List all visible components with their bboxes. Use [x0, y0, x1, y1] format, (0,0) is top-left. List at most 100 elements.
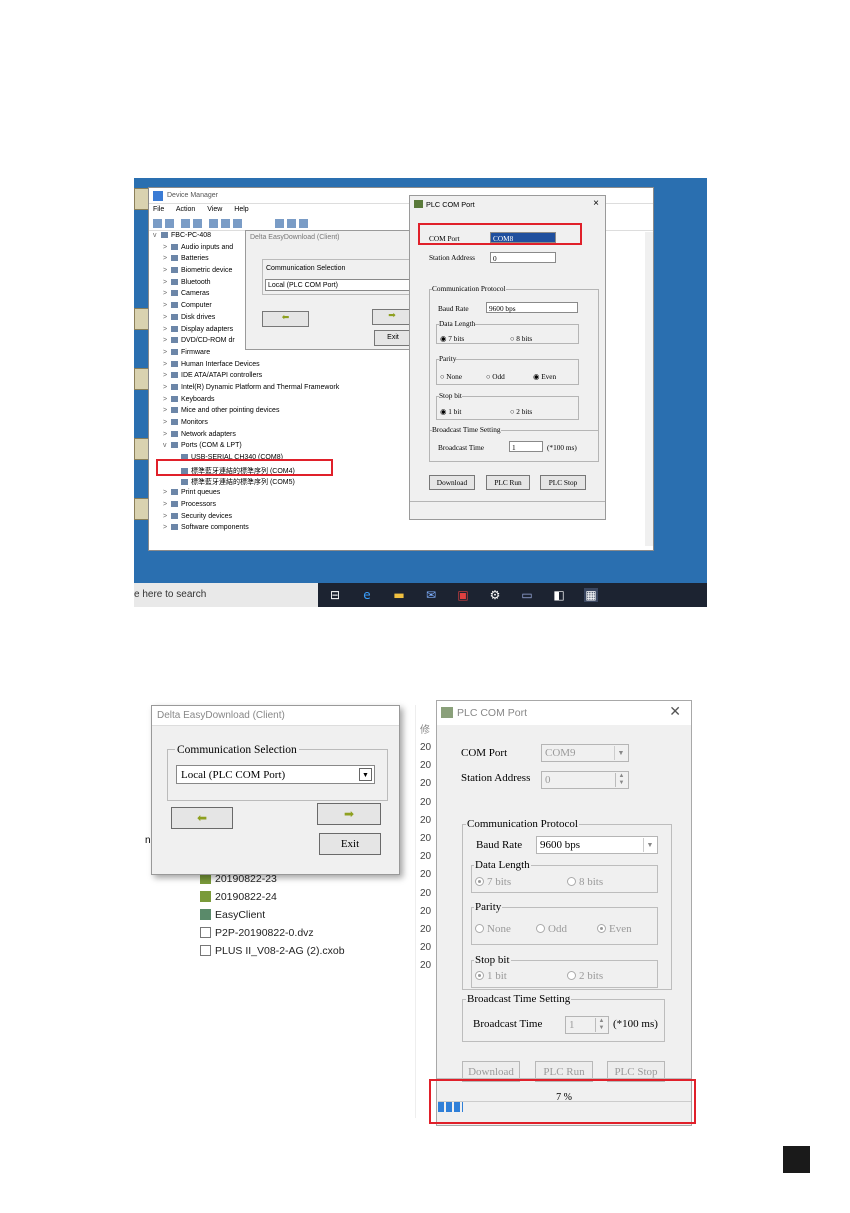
back-button[interactable]: ⬅: [171, 807, 233, 829]
spinner-icon[interactable]: ▲ ▼: [615, 773, 627, 787]
broadcast-time-label: Broadcast Time: [438, 443, 485, 452]
spinner-icon[interactable]: ▲ ▼: [595, 1018, 607, 1032]
radio-parity-even[interactable]: ◉ Even: [533, 372, 556, 381]
baud-rate-select[interactable]: 9600 bps ▼: [536, 836, 658, 854]
chevron-right-icon[interactable]: >: [163, 501, 171, 508]
date-cell: 20: [420, 960, 432, 972]
settings-gear-icon[interactable]: ⚙: [488, 588, 502, 602]
close-icon[interactable]: ×: [593, 198, 599, 209]
device-category-icon: [171, 489, 178, 496]
chevron-right-icon[interactable]: >: [163, 384, 171, 391]
chevron-right-icon[interactable]: >: [163, 349, 171, 356]
mail-icon[interactable]: ✉: [424, 588, 438, 602]
radio-parity-none[interactable]: None: [475, 923, 511, 935]
chevron-down-icon[interactable]: v: [153, 232, 161, 239]
date-cell: 20: [420, 742, 432, 753]
chevron-right-icon[interactable]: >: [163, 489, 171, 496]
device-tree-item[interactable]: > Software components: [149, 524, 647, 536]
update-driver-icon[interactable]: [275, 219, 284, 228]
chevron-down-icon[interactable]: ▼: [359, 768, 372, 781]
radio-2-bits-label: 2 bits: [516, 407, 533, 416]
file-item[interactable]: PLUS II_V08-2-AG (2).cxob: [200, 945, 345, 957]
back-icon[interactable]: [153, 219, 162, 228]
uninstall-icon[interactable]: [287, 219, 296, 228]
forward-icon[interactable]: [165, 219, 174, 228]
chevron-right-icon[interactable]: >: [163, 513, 171, 520]
chevron-down-icon[interactable]: v: [163, 442, 171, 449]
communication-select[interactable]: Local (PLC COM Port) ▼: [176, 765, 375, 784]
menu-help[interactable]: Help: [234, 206, 248, 213]
radio-parity-even[interactable]: Even: [597, 923, 632, 935]
chevron-right-icon[interactable]: >: [163, 314, 171, 321]
exit-button[interactable]: Exit: [374, 330, 412, 346]
radio-1-bit[interactable]: ◉ 1 bit: [440, 407, 461, 416]
radio-8-bits[interactable]: ○ 8 bits: [510, 334, 532, 343]
file-item[interactable]: P2P-20190822-0.dvz: [200, 927, 314, 939]
chevron-right-icon[interactable]: >: [163, 244, 171, 251]
device-category-icon: [171, 500, 178, 507]
menu-view[interactable]: View: [207, 206, 222, 213]
chevron-right-icon[interactable]: >: [163, 431, 171, 438]
chevron-right-icon[interactable]: >: [163, 290, 171, 297]
plc-stop-button[interactable]: PLC Stop: [540, 475, 586, 490]
exit-button[interactable]: Exit: [319, 833, 381, 855]
monitor-icon[interactable]: [233, 219, 242, 228]
radio-2-bits[interactable]: 2 bits: [567, 970, 603, 982]
plc-taskbar-icon[interactable]: ▦: [584, 588, 598, 602]
chevron-right-icon[interactable]: >: [163, 407, 171, 414]
com-port-label: COM Port: [461, 747, 508, 759]
broadcast-time-input[interactable]: 1 ▲ ▼: [565, 1016, 609, 1034]
chevron-right-icon[interactable]: >: [163, 419, 171, 426]
radio-8-bits[interactable]: 8 bits: [567, 876, 603, 888]
station-address-input[interactable]: 0 ▲ ▼: [541, 771, 629, 789]
chevron-down-icon[interactable]: ▼: [643, 838, 656, 852]
radio-parity-none[interactable]: ○ None: [440, 372, 462, 381]
radio-7-bits[interactable]: 7 bits: [475, 876, 511, 888]
download-icon[interactable]: [299, 219, 308, 228]
device-icon[interactable]: ◧: [552, 588, 566, 602]
chevron-right-icon[interactable]: >: [163, 396, 171, 403]
file-item[interactable]: 20190822-24: [200, 891, 277, 903]
station-address-input[interactable]: 0: [490, 252, 556, 263]
radio-parity-odd[interactable]: Odd: [536, 923, 567, 935]
plc-run-button[interactable]: PLC Run: [486, 475, 530, 490]
taskbar-search[interactable]: e here to search: [134, 583, 318, 607]
device-tree-scrollbar[interactable]: [645, 232, 653, 546]
chevron-right-icon[interactable]: >: [163, 255, 171, 262]
store-icon[interactable]: ▣: [456, 588, 470, 602]
chevron-down-icon[interactable]: ▼: [614, 746, 627, 760]
next-button[interactable]: ➡: [317, 803, 381, 825]
chevron-right-icon[interactable]: >: [163, 326, 171, 333]
download-button[interactable]: Download: [429, 475, 475, 490]
task-view-icon[interactable]: ⊟: [328, 588, 342, 602]
radio-1-bit[interactable]: 1 bit: [475, 970, 507, 982]
chevron-right-icon[interactable]: >: [163, 372, 171, 379]
page-tab-marker: [783, 1146, 810, 1173]
communication-select[interactable]: Local (PLC COM Port): [265, 279, 413, 291]
edge-icon[interactable]: e: [360, 588, 374, 602]
chevron-right-icon[interactable]: >: [163, 337, 171, 344]
back-button[interactable]: ⬅: [262, 311, 309, 327]
menu-file[interactable]: File: [153, 206, 164, 213]
com-port-select[interactable]: COM9 ▼: [541, 744, 629, 762]
radio-7-bits[interactable]: ◉ 7 bits: [440, 334, 464, 343]
properties-icon[interactable]: [181, 219, 190, 228]
menu-action[interactable]: Action: [176, 206, 195, 213]
broadcast-time-input[interactable]: 1: [509, 441, 543, 452]
file-explorer-icon[interactable]: ▬: [392, 588, 406, 602]
close-icon[interactable]: ✕: [669, 704, 681, 720]
chevron-right-icon[interactable]: >: [163, 524, 171, 531]
radio-2-bits[interactable]: ○ 2 bits: [510, 407, 532, 416]
app-icon[interactable]: ▭: [520, 588, 534, 602]
next-button[interactable]: ➡: [372, 309, 412, 325]
chevron-right-icon[interactable]: >: [163, 361, 171, 368]
baud-rate-select[interactable]: 9600 bps: [486, 302, 578, 313]
radio-parity-odd[interactable]: ○ Odd: [486, 372, 505, 381]
chevron-right-icon[interactable]: >: [163, 302, 171, 309]
file-item[interactable]: EasyClient: [200, 909, 265, 921]
help-icon[interactable]: [209, 219, 218, 228]
chevron-right-icon[interactable]: >: [163, 279, 171, 286]
chevron-right-icon[interactable]: >: [163, 267, 171, 274]
refresh-icon[interactable]: [193, 219, 202, 228]
scan-icon[interactable]: [221, 219, 230, 228]
